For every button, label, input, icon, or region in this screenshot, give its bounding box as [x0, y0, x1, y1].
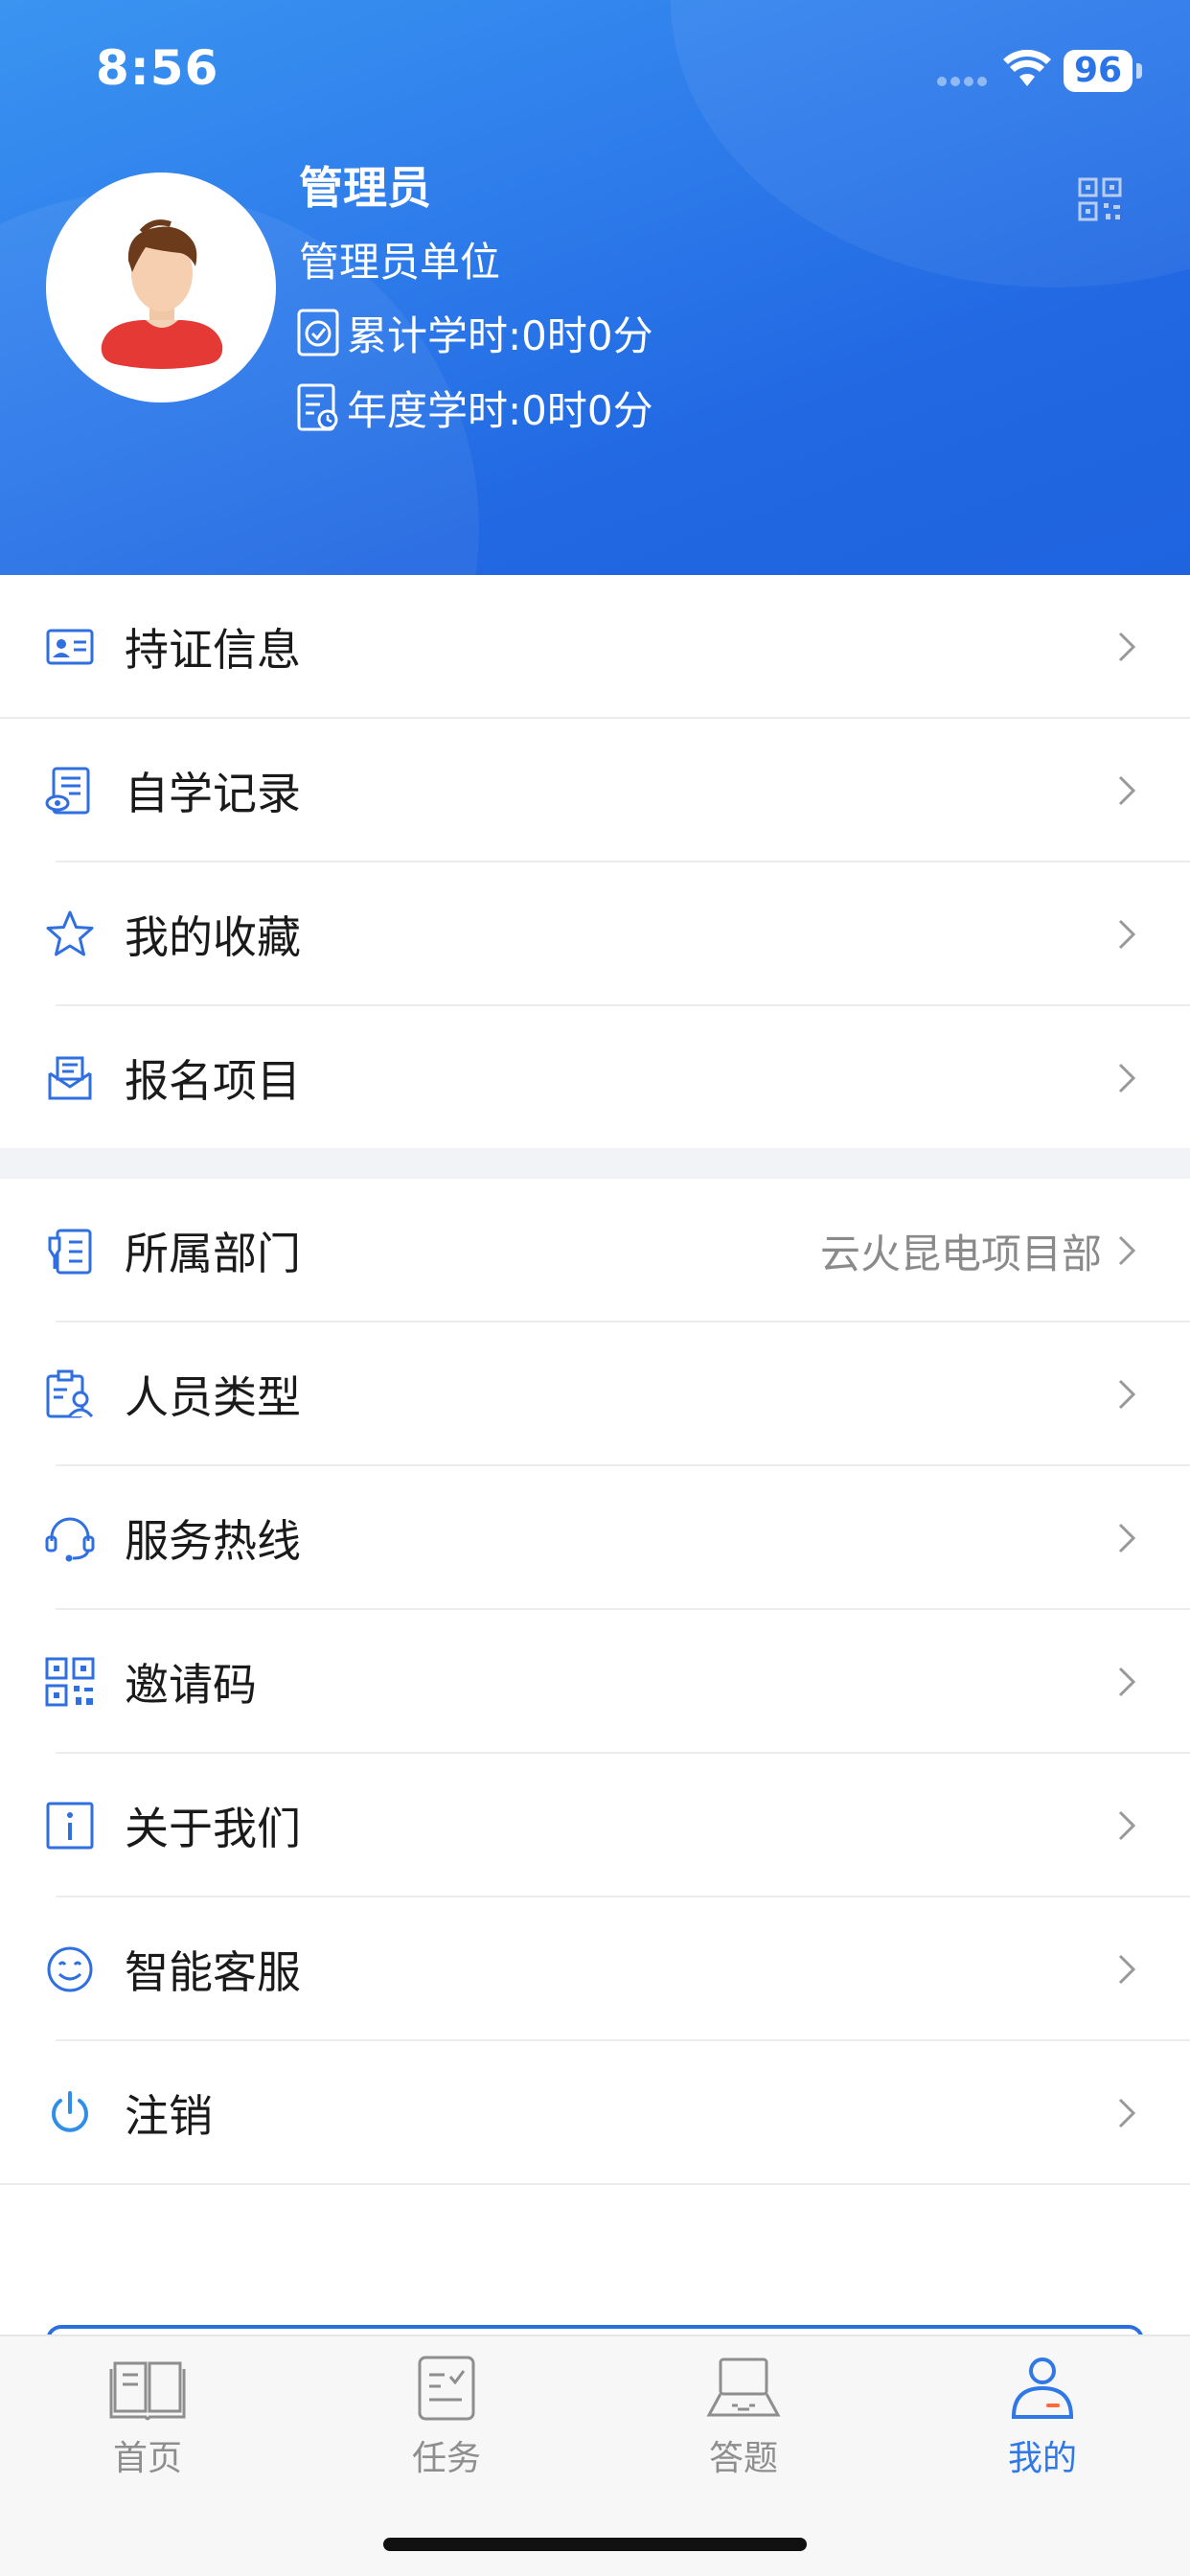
menu-label: 邀请码 — [125, 1659, 257, 1711]
wifi-icon — [1003, 50, 1051, 86]
menu-label: 报名项目 — [125, 1055, 301, 1107]
chevron-right-icon — [1118, 1235, 1136, 1266]
document-clock-icon — [297, 383, 338, 431]
chevron-right-icon — [1118, 1667, 1136, 1697]
tab-quiz[interactable]: 答题 — [648, 2354, 839, 2507]
divider — [0, 2183, 1190, 2185]
user-unit: 管理员单位 — [299, 239, 501, 286]
star-icon — [44, 908, 96, 960]
menu-label: 智能客服 — [125, 1946, 301, 1998]
tab-label: 首页 — [112, 2439, 182, 2478]
menu-item-hotline[interactable]: 服务热线 — [0, 1466, 1190, 1610]
user-name: 管理员 — [299, 162, 431, 214]
menu-item-invite-code[interactable]: 邀请码 — [0, 1610, 1190, 1754]
chevron-right-icon — [1118, 775, 1136, 806]
menu-label: 持证信息 — [125, 624, 301, 676]
qr-code-icon[interactable] — [1077, 176, 1123, 222]
tab-mine[interactable]: 我的 — [947, 2354, 1138, 2507]
menu-item-logout[interactable]: 注销 — [0, 2041, 1190, 2185]
chevron-right-icon — [1118, 1954, 1136, 1985]
status-bar: 8:56 96 — [0, 0, 1190, 144]
tab-home[interactable]: 首页 — [52, 2354, 243, 2507]
menu-item-person-type[interactable]: 人员类型 — [0, 1322, 1190, 1466]
menu-label: 所属部门 — [125, 1228, 301, 1279]
department-icon — [44, 1225, 96, 1276]
tab-label: 答题 — [708, 2439, 778, 2478]
chevron-right-icon — [1118, 1379, 1136, 1410]
chevron-right-icon — [1118, 632, 1136, 662]
menu-label: 关于我们 — [125, 1803, 301, 1854]
section-gap — [0, 1148, 1190, 1179]
avatar[interactable] — [46, 172, 276, 402]
chevron-right-icon — [1118, 919, 1136, 950]
signal-icon — [937, 77, 991, 88]
menu-item-favorites[interactable]: 我的收藏 — [0, 862, 1190, 1006]
chevron-right-icon — [1118, 2098, 1136, 2128]
total-hours-text: 累计学时:0时0分 — [347, 311, 653, 359]
battery-tip — [1136, 63, 1142, 79]
avatar-illustration — [101, 219, 223, 369]
person-type-icon — [44, 1368, 96, 1420]
menu-group-2: 所属部门 云火昆电项目部 人员类型 服务热线 邀请码 关于我们 智能客服 注销 — [0, 1179, 1190, 2185]
qr-code-icon — [44, 1656, 96, 1708]
menu-label: 人员类型 — [125, 1371, 301, 1423]
user-icon — [1011, 2358, 1074, 2419]
enroll-icon — [44, 1052, 96, 1104]
power-icon — [44, 2087, 96, 2139]
menu-item-certificate[interactable]: 持证信息 — [0, 575, 1190, 719]
profile-header: 8:56 96 管理员 管理员单位 累计学时:0时0分 年度学时:0时0分 — [0, 0, 1190, 575]
tab-label: 任务 — [411, 2439, 481, 2478]
menu-item-enroll[interactable]: 报名项目 — [0, 1006, 1190, 1150]
clock-check-icon — [297, 309, 339, 356]
chevron-right-icon — [1118, 1063, 1136, 1093]
menu-item-department[interactable]: 所属部门 云火昆电项目部 — [0, 1179, 1190, 1322]
headset-icon — [44, 1512, 96, 1564]
menu-label: 服务热线 — [125, 1515, 301, 1567]
menu-label: 自学记录 — [125, 768, 301, 819]
annual-hours: 年度学时:0时0分 — [295, 381, 653, 434]
tab-task[interactable]: 任务 — [351, 2354, 542, 2507]
home-indicator — [383, 2538, 807, 2551]
menu-item-about[interactable]: 关于我们 — [0, 1754, 1190, 1898]
menu-label: 我的收藏 — [125, 911, 301, 963]
smile-icon — [44, 1944, 96, 1995]
total-hours: 累计学时:0时0分 — [295, 307, 653, 359]
profile-page: 8:56 96 管理员 管理员单位 累计学时:0时0分 年度学时:0时0分 持证… — [0, 0, 1190, 2576]
id-card-icon — [44, 621, 96, 673]
info-icon — [44, 1800, 96, 1852]
menu-group-1: 持证信息 自学记录 我的收藏 报名项目 — [0, 575, 1190, 1150]
annual-hours-text: 年度学时:0时0分 — [347, 386, 653, 434]
department-value: 云火昆电项目部 — [819, 1230, 1102, 1277]
status-time: 8:56 — [96, 40, 219, 96]
menu-item-study-record[interactable]: 自学记录 — [0, 719, 1190, 862]
battery-level: 96 — [1064, 50, 1133, 92]
tab-label: 我的 — [1007, 2439, 1077, 2478]
laptop-icon — [706, 2358, 781, 2417]
chevron-right-icon — [1118, 1810, 1136, 1841]
menu-item-smart-service[interactable]: 智能客服 — [0, 1898, 1190, 2041]
task-icon — [418, 2356, 475, 2421]
book-icon — [109, 2361, 186, 2421]
study-record-icon — [44, 765, 96, 816]
menu-label: 注销 — [125, 2090, 213, 2142]
chevron-right-icon — [1118, 1523, 1136, 1553]
